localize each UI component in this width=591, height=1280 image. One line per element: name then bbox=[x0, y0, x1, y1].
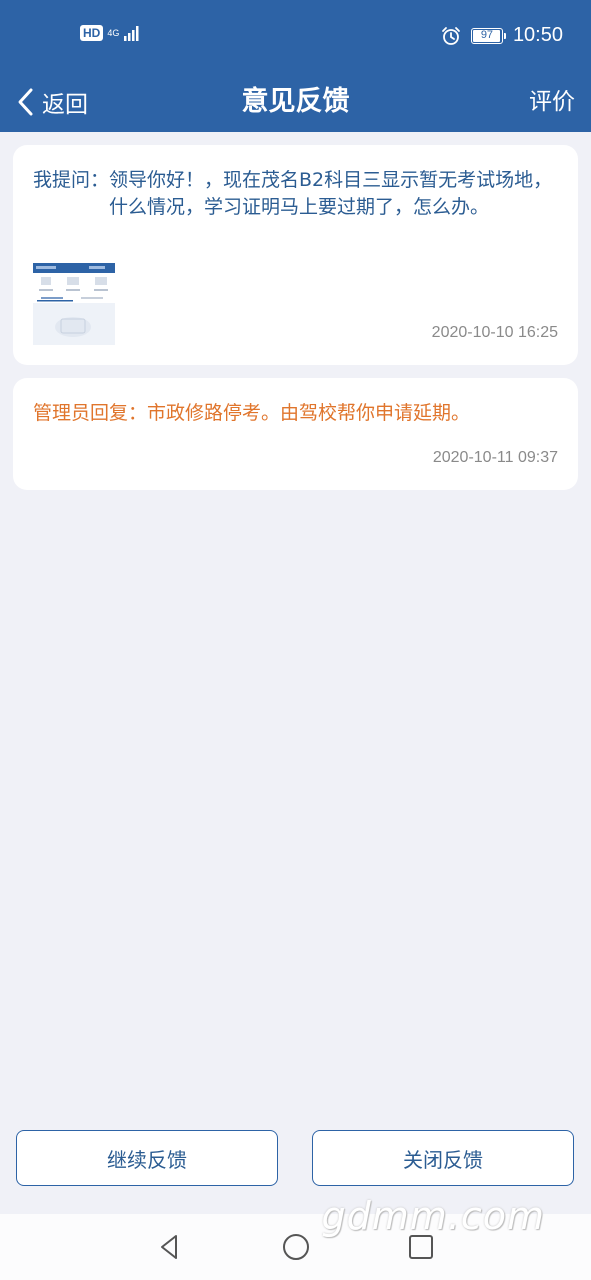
close-feedback-button[interactable]: 关闭反馈 bbox=[312, 1130, 574, 1186]
signal-icon bbox=[124, 26, 139, 41]
system-back-icon[interactable] bbox=[154, 1231, 186, 1263]
page-title: 意见反馈 bbox=[241, 86, 350, 117]
status-right: 97 10:50 bbox=[441, 24, 563, 47]
attachment-thumbnail[interactable] bbox=[33, 263, 115, 345]
question-timestamp: 2020-10-10 16:25 bbox=[431, 324, 558, 341]
battery-nub bbox=[503, 32, 506, 39]
question-card: 我提问： 领导你好！，现在茂名B2科目三显示暂无考试场地，什么情况，学习证明马上… bbox=[13, 145, 578, 365]
reply-card: 管理员回复：市政修路停考。由驾校帮你申请延期。 2020-10-11 09:37 bbox=[13, 378, 578, 490]
status-bar: HD 4G 97 10:50 bbox=[0, 0, 591, 72]
reply-timestamp: 2020-10-11 09:37 bbox=[432, 449, 558, 466]
battery-icon: 97 bbox=[470, 27, 506, 44]
rate-button[interactable]: 评价 bbox=[529, 80, 575, 124]
hd-icon: HD bbox=[80, 25, 104, 41]
question-text: 领导你好！，现在茂名B2科目三显示暂无考试场地，什么情况，学习证明马上要过期了，… bbox=[109, 169, 553, 218]
system-home-icon[interactable] bbox=[280, 1231, 312, 1263]
continue-feedback-button[interactable]: 继续反馈 bbox=[16, 1130, 278, 1186]
question-row: 我提问： 领导你好！，现在茂名B2科目三显示暂无考试场地，什么情况，学习证明马上… bbox=[33, 167, 556, 221]
nav-bar: 返回 意见反馈 评价 bbox=[0, 72, 591, 132]
watermark: gdmm.com bbox=[321, 1194, 545, 1238]
question-prefix: 我提问： bbox=[33, 169, 110, 191]
screenshot-thumbnail-image bbox=[33, 263, 115, 345]
battery-level: 97 bbox=[480, 28, 494, 41]
status-left: HD 4G bbox=[80, 24, 141, 42]
status-time: 10:50 bbox=[512, 24, 563, 46]
alarm-icon bbox=[442, 26, 460, 45]
reply-text: 管理员回复：市政修路停考。由驾校帮你申请延期。 bbox=[33, 402, 471, 424]
network-type: 4G bbox=[107, 27, 120, 38]
